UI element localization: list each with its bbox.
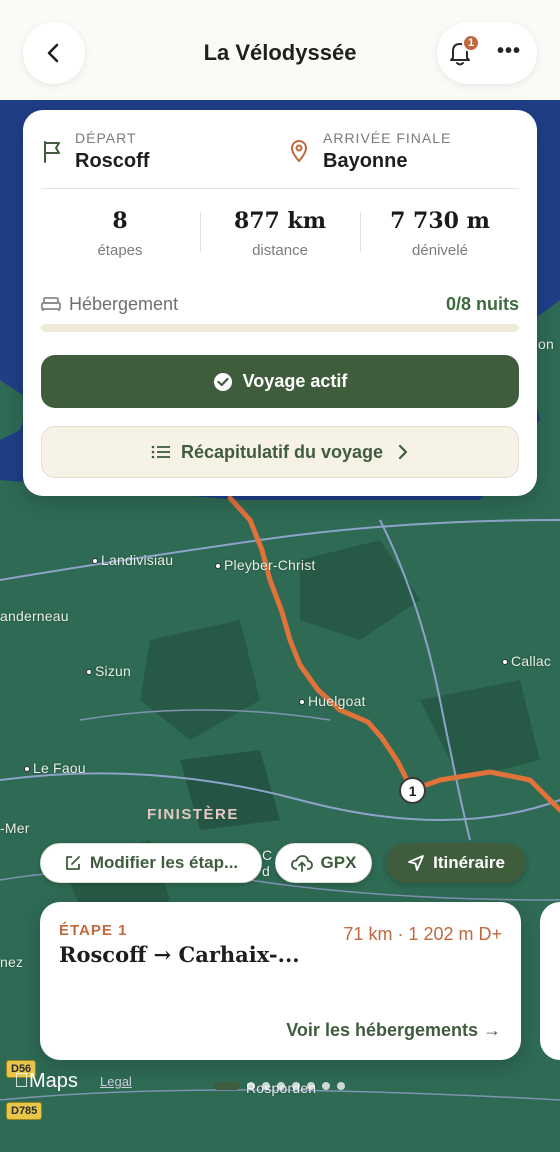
arrival-block: ARRIVÉE FINALE Bayonne [323,130,451,173]
check-circle-icon [213,372,232,391]
card-divider [41,188,519,189]
flag-icon [41,140,63,169]
stage-title: Roscoff → Carhaix-... [59,942,300,967]
edit-icon [65,856,80,870]
map-place-on: on [538,336,554,352]
pager-dot[interactable] [337,1082,345,1090]
stage-card[interactable]: ÉTAPE 1 71 km · 1 202 m D+ Roscoff → Car… [40,902,521,1060]
waypoint-marker[interactable]: 1 [399,777,426,804]
edit-steps-button[interactable]: Modifier les étap... [40,843,262,883]
bed-icon [41,296,61,317]
header-actions: ••• [437,22,537,84]
stat-elevation-label: dénivelé [412,242,468,259]
road-badge-d785: D785 [6,1102,43,1120]
map-place-landivisiau: Landivisiau [92,552,173,568]
gpx-button[interactable]: GPX [275,843,372,883]
trip-summary-card: DÉPART Roscoff ARRIVÉE FINALE Bayonne 8 … [23,110,537,496]
pager-dot[interactable] [247,1082,255,1090]
stat-stages-label: étapes [97,242,143,259]
pager-dot[interactable] [292,1082,300,1090]
departure-block: DÉPART Roscoff [75,130,149,173]
map-place-d: d [262,863,270,879]
stage-tag: ÉTAPE 1 [59,922,128,939]
map-place-huelgoat: Huelgoat [299,693,366,709]
waypoint-number: 1 [408,782,417,799]
more-options-button[interactable]: ••• [497,40,521,63]
departure-value: Roscoff [75,150,150,172]
edit-steps-label: Modifier les étap... [89,853,239,872]
pager-dot[interactable] [214,1082,240,1090]
stat-distance: 877 km distance [201,208,359,259]
pager-dot[interactable] [322,1082,330,1090]
map-place-sizun: Sizun [86,663,131,679]
navigation-arrow-icon [408,855,424,871]
stat-stages-value: 8 [112,208,128,234]
stage-meta: 71 km · 1 202 m D+ [343,924,502,944]
stat-distance-label: distance [252,242,308,259]
map-place-nez: nez [0,954,24,970]
map-place-mer: -Mer [0,820,30,836]
stat-distance-value: 877 km [233,208,327,234]
stat-elevation: 7 730 m dénivelé [361,208,519,259]
map-place-callac: Callac [502,653,551,669]
pager-dot[interactable] [262,1082,270,1090]
trip-recap-label: Récapitulatif du voyage [180,441,384,462]
itinerary-button[interactable]: Itinéraire [386,843,526,883]
pager-dot[interactable] [277,1082,285,1090]
map-place-pleyber-christ: Pleyber-Christ [215,557,316,573]
view-lodging-link[interactable]: Voir les hébergements → [286,1020,501,1041]
itinerary-label: Itinéraire [433,853,505,872]
arrival-label: ARRIVÉE FINALE [323,130,452,146]
active-trip-label: Voyage actif [242,371,348,391]
stage-pager [214,1082,345,1090]
apple-icon:  [14,1070,29,1092]
map-pin-icon [289,139,309,168]
active-trip-button[interactable]: Voyage actif [41,355,519,408]
chevron-right-icon [398,444,408,460]
map-region-label: FINISTÈRE [147,806,239,823]
stat-stages: 8 étapes [41,208,199,259]
lodging-value: 0/8 nuits [445,294,519,314]
trip-recap-button[interactable]: Récapitulatif du voyage [41,426,519,478]
list-icon [151,445,170,459]
notification-badge: 1 [462,34,480,52]
next-stage-card[interactable] [540,902,560,1060]
stat-elevation-value: 7 730 m [390,208,490,234]
map-place-c: C [262,847,273,863]
map-place-landerneau: anderneau [0,608,69,624]
apple-maps-logo: Maps [14,1070,78,1092]
gpx-label: GPX [320,853,357,872]
maps-legal-link[interactable]: Legal [100,1074,132,1089]
map-place-le-faou: Le Faou [24,760,86,776]
departure-label: DÉPART [75,130,137,146]
lodging-progress-bar [41,324,519,332]
arrival-value: Bayonne [323,150,408,172]
pager-dot[interactable] [307,1082,315,1090]
lodging-label: Hébergement [69,294,179,314]
cloud-upload-icon [290,855,313,872]
